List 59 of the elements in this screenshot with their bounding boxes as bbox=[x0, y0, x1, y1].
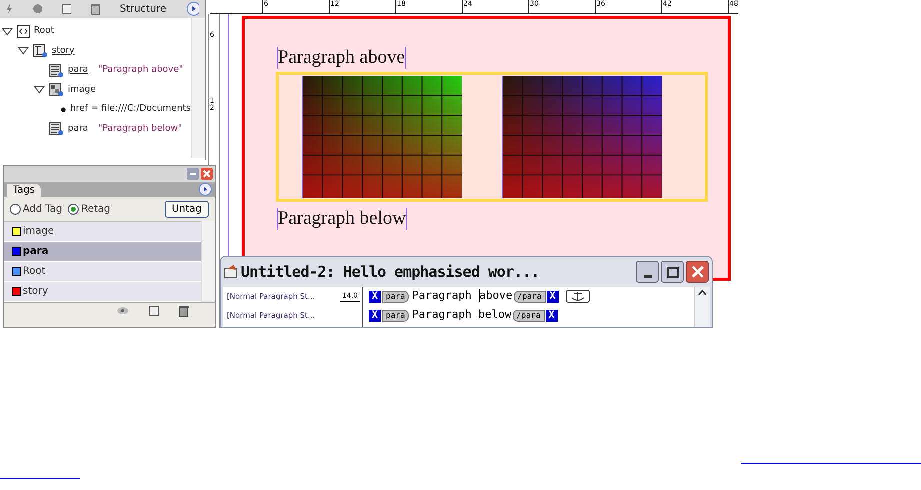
paragraph: Paragraph above bbox=[277, 47, 406, 69]
tag-row[interactable]: image bbox=[4, 222, 201, 242]
maximize-button[interactable] bbox=[661, 261, 684, 283]
trash-icon[interactable] bbox=[179, 306, 189, 316]
tag-close-marker[interactable]: X bbox=[546, 310, 558, 322]
scrollbar[interactable] bbox=[201, 221, 215, 301]
radio-option[interactable]: Retag bbox=[68, 202, 111, 216]
new-icon[interactable] bbox=[62, 4, 72, 14]
image-element-icon bbox=[49, 83, 64, 98]
bullet-icon bbox=[61, 106, 66, 114]
tab[interactable]: Tags bbox=[7, 184, 42, 197]
scroll-up-icon[interactable] bbox=[698, 290, 707, 296]
eye-icon[interactable] bbox=[117, 307, 129, 315]
tag-marker: para bbox=[382, 310, 410, 322]
element-name[interactable]: para bbox=[68, 122, 88, 136]
tag-close-marker[interactable]: X bbox=[369, 290, 381, 302]
tag-row[interactable]: story bbox=[4, 282, 201, 302]
tag-marker: /para bbox=[512, 310, 545, 322]
tag-close-marker[interactable]: X bbox=[369, 310, 381, 322]
element-content: "Paragraph above" bbox=[98, 64, 184, 77]
panel-menu-icon[interactable] bbox=[199, 183, 212, 196]
panel-menu-icon[interactable] bbox=[186, 2, 200, 16]
document-lines-icon bbox=[49, 122, 64, 136]
new-icon[interactable] bbox=[149, 306, 159, 316]
untag-button[interactable]: Untag bbox=[164, 200, 209, 218]
paragraph: Paragraph below bbox=[277, 208, 408, 230]
minimize-button[interactable] bbox=[636, 261, 659, 283]
element-name[interactable]: story bbox=[52, 44, 75, 58]
text-frame-icon bbox=[33, 44, 48, 58]
close-icon bbox=[692, 266, 704, 278]
element-name[interactable]: href = file:///C:/Documents bbox=[70, 103, 191, 116]
element-name[interactable]: para bbox=[68, 64, 88, 78]
tag-row[interactable]: para bbox=[4, 242, 201, 262]
close-button[interactable] bbox=[686, 261, 709, 283]
element-name[interactable]: Root bbox=[34, 25, 54, 38]
window-title: Untitled-2: Hello emphasised wor... bbox=[241, 262, 540, 283]
tag-row[interactable]: Root bbox=[4, 262, 201, 282]
document-lines-icon bbox=[49, 64, 64, 78]
tag-marker: para bbox=[382, 290, 410, 302]
radio-option[interactable]: Add Tag bbox=[10, 202, 62, 216]
tag-close-marker[interactable]: X bbox=[546, 290, 559, 302]
code-brackets-icon bbox=[17, 25, 30, 38]
scrollbar[interactable] bbox=[191, 18, 205, 158]
expand-triangle-icon[interactable] bbox=[34, 86, 45, 94]
panel-title: Structure bbox=[120, 2, 166, 16]
app-icon bbox=[224, 265, 238, 279]
lightning-icon[interactable] bbox=[6, 3, 14, 15]
text-line: Paragraph above bbox=[411, 288, 513, 304]
text-line: Paragraph below bbox=[411, 307, 512, 324]
element-content: "Paragraph below" bbox=[98, 122, 182, 136]
close-button[interactable] bbox=[201, 168, 213, 180]
close-icon bbox=[203, 170, 211, 178]
element-name[interactable]: image bbox=[68, 84, 96, 97]
scrollbar[interactable] bbox=[694, 287, 710, 327]
tag-marker: /para bbox=[514, 290, 546, 302]
trash-icon[interactable] bbox=[91, 4, 100, 14]
anchor-icon bbox=[566, 290, 590, 303]
expand-triangle-icon[interactable] bbox=[18, 47, 29, 56]
expand-triangle-icon[interactable] bbox=[2, 28, 13, 36]
